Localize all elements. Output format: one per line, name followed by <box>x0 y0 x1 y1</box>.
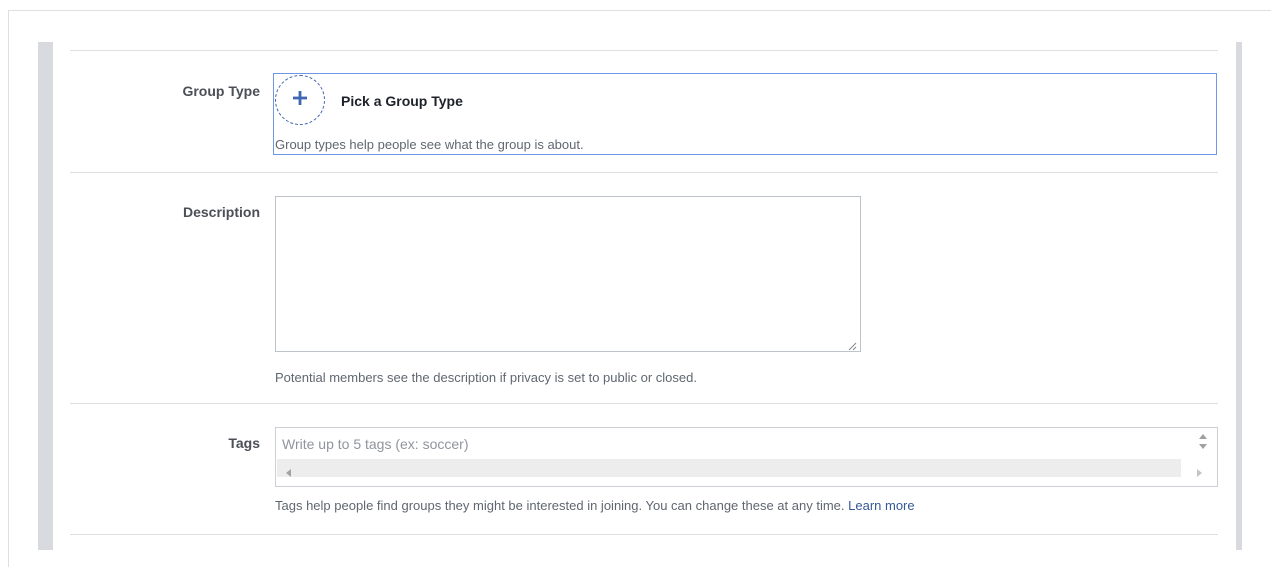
scroll-left-arrow-icon[interactable] <box>286 464 292 482</box>
panel-top-border <box>8 10 1271 11</box>
plus-icon <box>292 90 308 111</box>
tags-label: Tags <box>228 435 260 451</box>
description-textarea[interactable] <box>275 196 861 352</box>
section-divider <box>70 534 1218 535</box>
learn-more-link[interactable]: Learn more <box>848 498 914 513</box>
tags-horizontal-scrollbar[interactable] <box>277 459 1202 477</box>
tags-input[interactable]: Write up to 5 tags (ex: soccer) <box>275 427 1218 487</box>
pick-group-type-label[interactable]: Pick a Group Type <box>341 93 463 109</box>
section-divider <box>70 50 1218 51</box>
left-gutter-bar <box>38 42 53 550</box>
tags-spinner[interactable] <box>1197 430 1209 454</box>
section-divider <box>70 403 1218 404</box>
tags-help-text: Tags help people find groups they might … <box>275 498 845 513</box>
group-type-picker[interactable]: Pick a Group Type Group types help peopl… <box>273 73 1217 155</box>
add-group-type-button[interactable] <box>275 75 325 125</box>
scroll-right-arrow-icon[interactable] <box>1197 464 1203 482</box>
section-divider <box>70 172 1218 173</box>
group-type-help-text: Group types help people see what the gro… <box>275 137 584 152</box>
tags-help: Tags help people find groups they might … <box>275 498 915 513</box>
description-label: Description <box>182 204 260 220</box>
group-type-label: Group Type <box>182 83 260 99</box>
tags-placeholder: Write up to 5 tags (ex: soccer) <box>282 436 469 452</box>
panel-left-border <box>8 10 9 567</box>
description-help-text: Potential members see the description if… <box>275 370 697 385</box>
